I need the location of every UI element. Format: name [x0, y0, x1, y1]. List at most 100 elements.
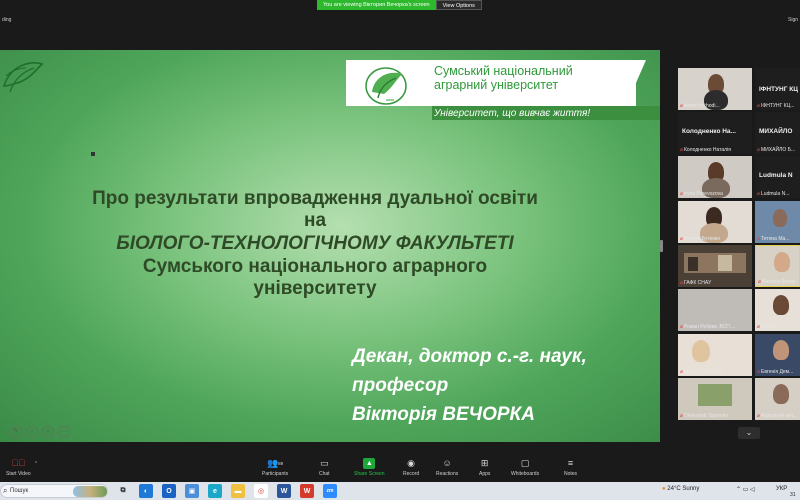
participant-name: Факультет вет... — [761, 413, 798, 419]
participant-tile[interactable]: ⌀ Anna Hukhodi... — [678, 68, 752, 110]
participant-tile[interactable]: Колодненко На... ⌀ Колодненко Наталія — [678, 112, 752, 154]
mic-muted-icon: ⌀ — [680, 147, 684, 153]
participant-name: МИХАЙЛО Б... — [761, 147, 796, 153]
participant-tile[interactable]: ⌀ Роман Ребрик, ВСП ... — [678, 289, 752, 331]
chat-bubble-icon: ▭ — [320, 458, 329, 468]
university-motto: Університет, що вивчає життя! — [434, 108, 591, 119]
edge-icon[interactable]: e — [208, 484, 222, 498]
participant-tile[interactable]: МИХАЙЛО ⌀ МИХАЙЛО Б... — [755, 112, 800, 154]
network-icon: ▭ — [742, 487, 749, 493]
participant-name: Вікторія Вечор... — [762, 279, 800, 285]
reactions-button[interactable]: ☺ Reactions — [436, 458, 458, 477]
meeting-toolbar: ▶⃠ Start Video ⌃ 👥89 Participants ▭ Chat… — [0, 455, 800, 482]
participant-name: ГАФК СНАУ — [684, 280, 712, 286]
participant-tile-active-speaker[interactable]: ⌀ Вікторія Вечор... — [755, 245, 800, 287]
split-view-handle[interactable] — [660, 240, 663, 252]
title-line-3: БІОЛОГО-ТЕХНОЛОГІЧНОМУ ФАКУЛЬТЕТІ — [116, 233, 514, 254]
mouse-cursor — [91, 152, 95, 156]
video-options-caret-icon[interactable]: ⌃ — [34, 461, 38, 467]
mic-muted-icon: ⌀ — [680, 103, 684, 109]
mic-muted-icon: ⌀ — [680, 191, 684, 197]
apps-icon: ⊞ — [480, 458, 489, 468]
participant-tile[interactable]: ⌀ Факультет вет... — [755, 378, 800, 420]
mic-muted-icon: ⌀ — [680, 413, 684, 419]
ginkgo-leaf-emblem-icon — [365, 67, 407, 105]
share-arrow-icon: ▲ — [363, 458, 376, 469]
search-icon: ⌕ — [3, 486, 8, 495]
mic-muted-icon: ⌀ — [757, 103, 761, 109]
weather-widget[interactable]: ● 24°C Sunny — [662, 486, 699, 492]
chevron-up-icon: ⌃ — [736, 487, 742, 493]
more-icon[interactable]: ⋯ — [58, 426, 70, 438]
apps-button[interactable]: ⊞ Apps — [479, 458, 490, 477]
participant-name: Tетяна Бутенко — [684, 236, 721, 242]
mic-muted-icon: ⌀ — [757, 324, 761, 330]
title-line-4: Сумського національного аграрного — [142, 256, 488, 277]
tray-icons[interactable]: ⌃ ▭ ◁ — [736, 486, 755, 493]
zoom-app-icon[interactable]: zm — [323, 484, 337, 498]
participant-tile[interactable]: ⌀ Tетяна Бутенко — [678, 201, 752, 243]
chat-button[interactable]: ▭ Chat — [319, 458, 330, 477]
zoom-icon[interactable]: ⌕ — [42, 426, 54, 438]
participant-name: Евгенія Дем... — [761, 369, 794, 375]
participant-gallery: ⌀ Anna Hukhodi... ІФНТУНГ КЦ ⌀ ІФНТУНГ КЦ.… — [678, 68, 800, 448]
participant-name: Ганна ... — [761, 324, 781, 330]
start-video-button[interactable]: ▶⃠ Start Video — [6, 458, 31, 477]
screen-share-banner: You are viewing Віктория Вечорка's scree… — [317, 0, 482, 10]
participant-tile[interactable]: ⌀ Тетяна Ма... — [755, 201, 800, 243]
participant-name: Iryna Perevozova — [684, 191, 723, 197]
task-view-icon[interactable]: ⧉ — [116, 484, 130, 498]
share-screen-button[interactable]: ▲ Share Screen — [354, 458, 385, 477]
title-line-5: університету — [253, 278, 377, 299]
video-off-icon: ▶⃠ — [11, 458, 26, 468]
clock[interactable]: 31 — [790, 492, 796, 498]
taskbar-search[interactable]: ⌕ Пошук — [0, 484, 108, 498]
title-line-1: Про результати впровадження дуальної осв… — [92, 188, 538, 209]
windows-taskbar: ⌕ Пошук ⧉ ◐ O ▣ e ▬ ◎ W W zm ● 24°C Sunn… — [0, 482, 800, 500]
title-line-2: на — [303, 210, 327, 231]
copilot-icon[interactable]: ◐ — [139, 484, 153, 498]
mic-muted-icon: ⌀ — [757, 147, 761, 153]
mic-muted-icon: ⌀ — [757, 236, 761, 242]
participant-tile[interactable]: ІФНТУНГ КЦ ⌀ ІФНТУНГ КЦ... — [755, 68, 800, 110]
notes-button[interactable]: ≡ Notes — [564, 458, 577, 477]
record-button[interactable]: ◉ Record — [403, 458, 419, 477]
university-name-line1: Сумський національний — [434, 64, 573, 78]
participant-tile[interactable]: ⌀ Ганна ... — [755, 289, 800, 331]
participant-tile[interactable]: ⌀ Oleksandr Tatsenko — [678, 378, 752, 420]
author-line-1: Декан, доктор с.-г. наук, — [352, 346, 587, 367]
participant-name: Anna Hukhodi... — [684, 103, 720, 109]
author-line-2: професор — [352, 375, 449, 396]
participant-tile[interactable]: ⌀ Ірина ТОДЕРЮК — [678, 334, 752, 376]
photos-icon[interactable]: ▣ — [185, 484, 199, 498]
slide-title: Про результати впровадження дуальної осв… — [10, 188, 620, 300]
pen-icon[interactable]: ✎ — [10, 426, 22, 438]
view-options-button[interactable]: View Options — [435, 0, 482, 10]
wps-icon[interactable]: W — [300, 484, 314, 498]
language-indicator[interactable]: УКР — [776, 486, 787, 492]
gallery-scroll-down-icon[interactable]: ⌄ — [738, 427, 760, 439]
sign-label: Sign — [788, 17, 799, 23]
participant-name: Колодненко Наталія — [684, 147, 731, 153]
whiteboards-button[interactable]: ▢ Whiteboards — [511, 458, 539, 477]
participant-name: Тетяна Ма... — [761, 236, 790, 242]
participant-display-name: ІФНТУНГ КЦ — [759, 86, 798, 93]
participant-tile[interactable]: ⌀ Евгенія Дем... — [755, 334, 800, 376]
mic-muted-icon: ⌀ — [757, 413, 761, 419]
highlighter-icon[interactable]: ▫ — [26, 426, 38, 438]
mic-muted-icon: ⌀ — [757, 369, 761, 375]
participants-button[interactable]: 👥89 Participants — [262, 458, 288, 477]
mic-muted-icon: ⌀ — [680, 324, 684, 330]
participant-tile[interactable]: ⌀ ГАФК СНАУ — [678, 245, 752, 287]
mic-muted-icon: ⌀ — [757, 191, 761, 197]
chrome-icon[interactable]: ◎ — [254, 484, 268, 498]
participant-tile[interactable]: ⌀ Iryna Perevozova — [678, 156, 752, 198]
file-explorer-icon[interactable]: ▬ — [231, 484, 245, 498]
word-icon[interactable]: W — [277, 484, 291, 498]
participant-name: Ludmula N... — [761, 191, 790, 197]
university-name-line2: аграрний університет — [434, 78, 559, 92]
notes-icon: ≡ — [567, 458, 574, 468]
record-icon: ◉ — [407, 458, 415, 468]
participant-tile[interactable]: Ludmula N ⌀ Ludmula N... — [755, 156, 800, 198]
outlook-icon[interactable]: O — [162, 484, 176, 498]
